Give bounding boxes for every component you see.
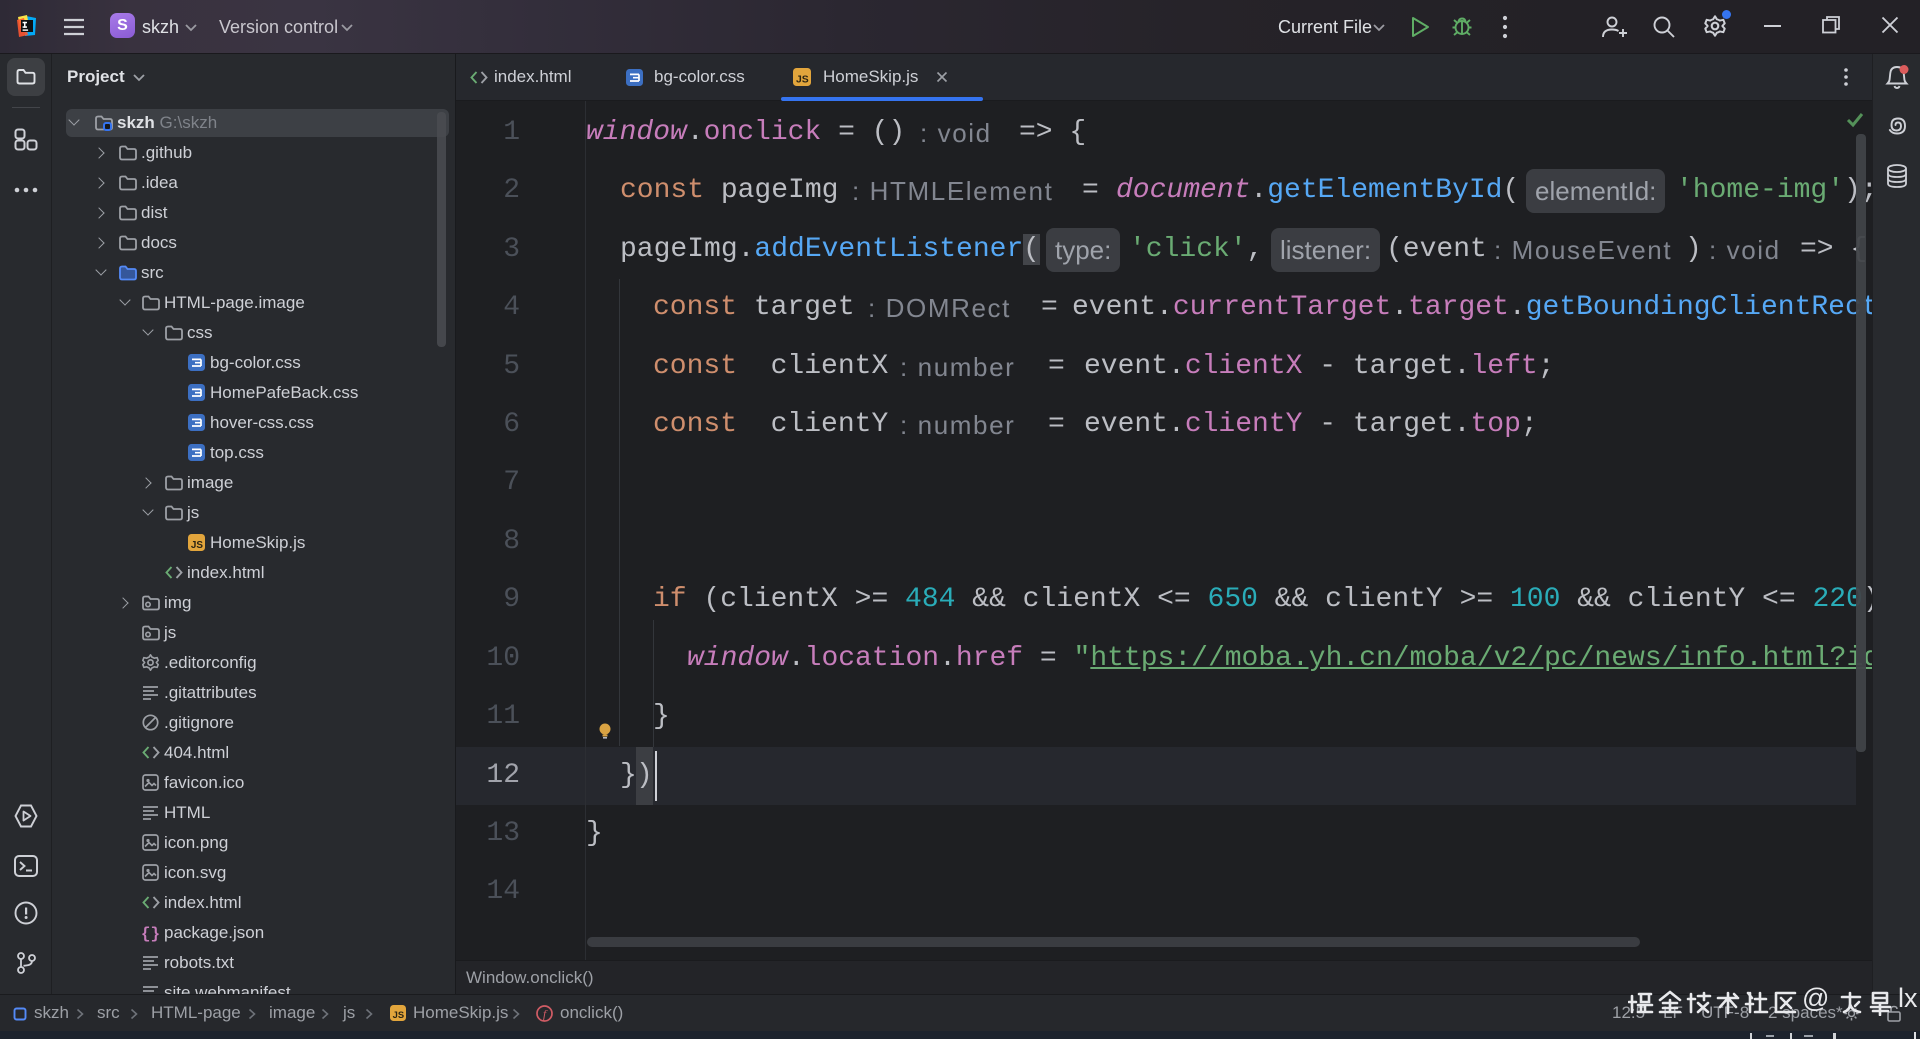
svg-text:JS: JS xyxy=(191,540,203,551)
svg-text:{}: {} xyxy=(141,925,160,943)
svg-text:JS: JS xyxy=(796,75,809,86)
